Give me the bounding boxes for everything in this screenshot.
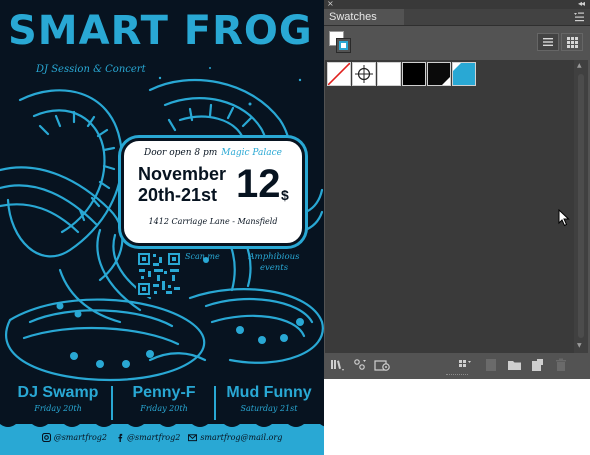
email-address: smartfrog@mail.org — [200, 433, 283, 442]
swatch-rich-black[interactable] — [427, 62, 451, 86]
new-swatch-icon[interactable] — [530, 358, 544, 372]
close-icon[interactable]: × — [327, 0, 334, 8]
footer-wave — [0, 424, 324, 427]
poster-footer: @smartfrog2 @smartfrog2 smartfrog@mail.o… — [0, 424, 324, 455]
facebook-icon — [118, 433, 123, 442]
edit-color-group-icon[interactable] — [484, 358, 498, 372]
global-swatch-corner-icon — [442, 77, 450, 85]
mail-icon — [188, 434, 198, 442]
event-month: November — [138, 164, 227, 184]
swatch-scrollbar[interactable]: ▲ ▼ — [574, 60, 588, 353]
show-swatch-kinds-icon[interactable] — [353, 358, 367, 372]
collapse-panel-icon[interactable]: ◂◂ — [578, 0, 585, 8]
act-name: DJ Swamp — [17, 384, 99, 401]
mouse-pointer-icon — [558, 209, 570, 227]
act-day: Saturday 21st — [240, 404, 298, 413]
swatch-row — [327, 62, 477, 86]
scan-me-label: Scan me — [185, 252, 220, 261]
registration-icon — [355, 65, 373, 83]
instagram-handle: @smartfrog2 — [53, 433, 107, 442]
none-swatch-icon — [328, 63, 350, 85]
door-open-line: Door open 8 pm Magic Palace — [124, 148, 302, 158]
venue-name: Magic Palace — [221, 148, 282, 158]
swatch-registration[interactable] — [352, 62, 376, 86]
event-days: 20th-21st — [138, 185, 218, 205]
act-day: Friday 20th — [140, 404, 188, 413]
door-time: Door open 8 pm — [143, 148, 218, 158]
currency-symbol: $ — [281, 187, 289, 203]
global-swatch-corner-icon — [453, 63, 461, 71]
act-mud-funny: Mud Funny Saturday 21st — [218, 383, 320, 415]
email-link: smartfrog@mail.org — [188, 433, 282, 442]
facebook-handle: @smartfrog2 — [127, 433, 181, 442]
act-name: Penny-F — [132, 384, 196, 401]
instagram-icon — [41, 433, 51, 442]
poster-title: SMART FROG — [8, 8, 313, 54]
amphibious-events-label: Amphibious events — [248, 252, 300, 273]
social-links: @smartfrog2 @smartfrog2 smartfrog@mail.o… — [0, 433, 324, 442]
act-day: Friday 20th — [34, 404, 82, 413]
list-view-button[interactable] — [537, 33, 559, 51]
swatch-libraries-menu-icon[interactable] — [330, 358, 346, 372]
swatch-list[interactable] — [325, 60, 575, 353]
panel-tab-row: Swatches — [324, 9, 590, 26]
panel-menu-icon[interactable] — [573, 11, 585, 23]
thumbnail-view-button[interactable] — [561, 33, 583, 51]
event-address: 1412 Carriage Lane - Mansfield — [148, 217, 278, 226]
scroll-up-icon[interactable]: ▲ — [577, 63, 582, 69]
scroll-track[interactable] — [578, 74, 584, 338]
swatch-black[interactable] — [402, 62, 426, 86]
ticket-price: 12 — [236, 162, 281, 206]
new-color-group-folder-icon[interactable] — [507, 358, 523, 372]
panel-title-bar[interactable]: × ◂◂ — [324, 0, 590, 9]
instagram-link: @smartfrog2 — [41, 433, 107, 442]
act-dj-swamp: DJ Swamp Friday 20th — [6, 383, 110, 415]
stroke-color-icon — [339, 41, 348, 50]
fill-stroke-indicator[interactable] — [329, 31, 351, 53]
qr-code-icon — [136, 251, 182, 297]
poster-artwork[interactable]: SMART FROG DJ Session & Concert Door ope… — [0, 0, 324, 455]
event-info-box: Door open 8 pm Magic Palace November 20th… — [121, 138, 305, 246]
new-color-group-icon[interactable] — [458, 358, 474, 372]
act-divider — [111, 386, 113, 420]
delete-swatch-icon[interactable] — [554, 358, 568, 372]
facebook-link: @smartfrog2 — [115, 433, 180, 442]
act-divider — [214, 386, 216, 420]
swatch-blue[interactable] — [452, 62, 476, 86]
scroll-down-icon[interactable]: ▼ — [577, 343, 582, 349]
stroke-swatch[interactable] — [336, 38, 351, 53]
swatch-options-icon[interactable] — [374, 358, 392, 372]
grid-view-icon — [567, 37, 578, 48]
act-name: Mud Funny — [226, 384, 312, 401]
swatch-none[interactable] — [327, 62, 351, 86]
list-view-icon — [543, 38, 553, 46]
act-penny-f: Penny-F Friday 20th — [115, 383, 213, 415]
swatches-panel: × ◂◂ Swatches ▲ ▼ — [324, 0, 590, 379]
tab-swatches[interactable]: Swatches — [324, 9, 404, 25]
panel-resize-grip[interactable] — [446, 374, 468, 378]
swatch-white[interactable] — [377, 62, 401, 86]
